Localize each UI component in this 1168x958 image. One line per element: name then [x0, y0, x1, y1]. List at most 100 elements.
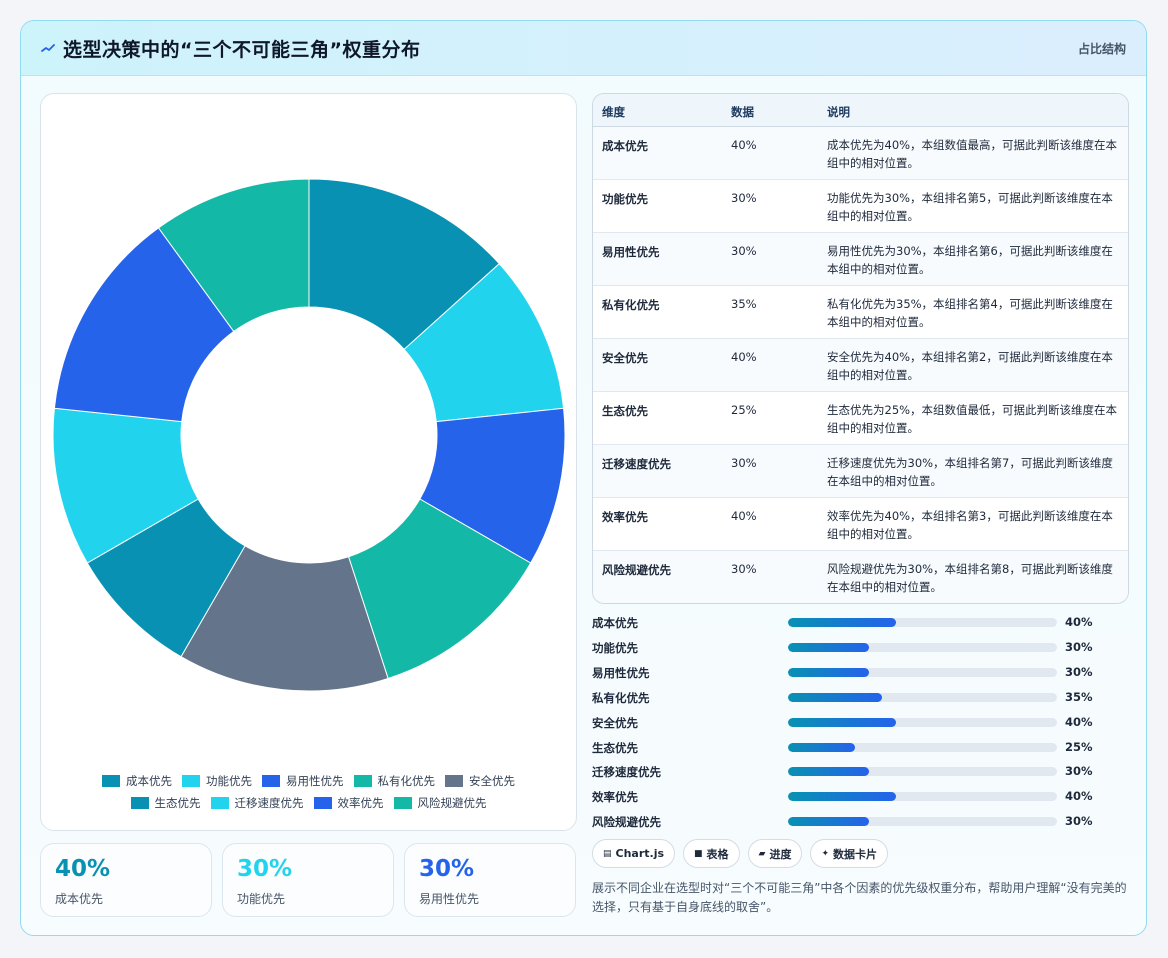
legend-swatch — [445, 775, 463, 787]
legend-item[interactable]: 生态优先 — [130, 795, 201, 811]
card-header: 选型决策中的“三个不可能三角”权重分布 占比结构 — [21, 21, 1146, 76]
progress-fill — [788, 767, 869, 777]
legend-item[interactable]: 迁移速度优先 — [210, 795, 304, 811]
progress-value: 30% — [1065, 814, 1093, 829]
table-cell-note: 私有化优先为35%，本组排名第4，可据此判断该维度在本组中的相对位置。 — [827, 297, 1113, 329]
progress-row: 成本优先 40% — [592, 613, 1112, 633]
data-table: 维度 数据 说明 成本优先 40% 成本优先为40%，本组数值最高，可据此判断该维度… — [592, 93, 1129, 604]
table-row: 功能优先 30% 功能优先为30%，本组排名第5，可据此判断该维度在本组中的相对位置… — [593, 180, 1128, 233]
legend-swatch — [210, 797, 229, 809]
progress-row: 风险规避优先 30% — [592, 812, 1112, 832]
page-title: 选型决策中的“三个不可能三角”权重分布 — [63, 39, 421, 61]
progress-fill — [788, 717, 896, 727]
chip-label: 数据卡片 — [833, 847, 878, 861]
table-row: 私有化优先 35% 私有化优先为35%，本组排名第4，可据此判断该维度在本组中的相对… — [593, 286, 1128, 339]
table-header-data: 数据 — [731, 105, 754, 119]
chart-legend: 成本优先 功能优先 易用性优先 私有化优先 安全优先生态优先 迁移速度优先 效率优先 风险规避… — [41, 770, 576, 814]
stat-label: 成本优先 — [55, 892, 104, 906]
progress-row: 效率优先 40% — [592, 787, 1112, 807]
progress-fill — [788, 742, 856, 752]
stat-value: 40% — [55, 856, 111, 882]
sparkle-icon: ✦ — [821, 848, 830, 859]
progress-row: 安全优先 40% — [592, 713, 1112, 733]
progress-value: 30% — [1065, 764, 1093, 779]
table-cell-note: 效率优先为40%，本组排名第3，可据此判断该维度在本组中的相对位置。 — [827, 509, 1113, 541]
stat-value: 30% — [419, 856, 475, 882]
legend-label: 风险规避优先 — [417, 796, 487, 810]
table-cell-note: 风险规避优先为30%，本组排名第8，可据此判断该维度在本组中的相对位置。 — [827, 562, 1113, 594]
progress-track — [788, 642, 1057, 652]
legend-item[interactable]: 安全优先 — [445, 773, 515, 789]
tech-chip[interactable]: ▰ 进度 — [747, 839, 803, 868]
table-cell-dimension: 成本优先 — [602, 139, 648, 153]
progress-label: 风险规避优先 — [592, 815, 661, 830]
table-cell-value: 40% — [731, 138, 757, 152]
table-cell-value: 40% — [731, 350, 757, 364]
progress-label: 易用性优先 — [592, 665, 650, 680]
progress-fill — [788, 667, 869, 677]
progress-fill — [788, 642, 869, 652]
table-row: 效率优先 40% 效率优先为40%，本组排名第3，可据此判断该维度在本组中的相对位置… — [593, 498, 1128, 551]
progress-label: 生态优先 — [592, 740, 638, 755]
legend-item[interactable]: 成本优先 — [102, 773, 172, 789]
tech-chip[interactable]: ▤ Chart.js — [592, 839, 676, 868]
legend-item[interactable]: 私有化优先 — [353, 773, 435, 789]
legend-swatch — [262, 775, 280, 787]
table-row: 迁移速度优先 30% 迁移速度优先为30%，本组排名第7，可据此判断该维度在本组中的… — [593, 445, 1128, 498]
legend-item[interactable]: 效率优先 — [313, 795, 384, 811]
table-cell-dimension: 安全优先 — [602, 351, 648, 365]
legend-label: 迁移速度优先 — [234, 796, 304, 810]
table-cell-value: 30% — [731, 562, 757, 576]
table-cell-value: 30% — [731, 191, 757, 205]
header-tag: 占比结构 — [1077, 42, 1126, 56]
table-cell-value: 25% — [731, 403, 757, 417]
progress-row: 生态优先 25% — [592, 738, 1112, 758]
progress-row: 迁移速度优先 30% — [592, 762, 1112, 782]
chip-label: 表格 — [706, 847, 729, 861]
legend-item[interactable]: 易用性优先 — [262, 773, 344, 789]
tech-chip[interactable]: ■ 表格 — [683, 839, 740, 868]
table-cell-note: 成本优先为40%，本组数值最高，可据此判断该维度在本组中的相对位置。 — [827, 138, 1118, 170]
progress-track — [788, 692, 1057, 702]
legend-label: 易用性优先 — [286, 774, 344, 788]
progress-label: 功能优先 — [592, 640, 638, 655]
table-cell-value: 30% — [731, 244, 757, 258]
table-header-note: 说明 — [827, 105, 850, 119]
tech-chip[interactable]: ✦ 数据卡片 — [810, 839, 889, 868]
chart-icon: ▤ — [603, 848, 612, 859]
progress-value: 40% — [1065, 615, 1093, 629]
progress-track — [788, 767, 1057, 777]
legend-item[interactable]: 功能优先 — [182, 773, 252, 789]
legend-label: 生态优先 — [154, 796, 201, 810]
zigzag-icon — [41, 44, 55, 52]
progress-value: 30% — [1065, 639, 1093, 654]
progress-value: 40% — [1065, 714, 1093, 729]
table-cell-value: 30% — [731, 456, 757, 470]
progress-track — [788, 717, 1057, 727]
stat-card: 30% 功能优先 — [222, 843, 394, 917]
legend-label: 功能优先 — [206, 774, 252, 788]
table-cell-note: 功能优先为30%，本组排名第5，可据此判断该维度在本组中的相对位置。 — [827, 191, 1113, 223]
table-cell-note: 安全优先为40%，本组排名第2，可据此判断该维度在本组中的相对位置。 — [827, 350, 1113, 382]
table-cell-dimension: 风险规避优先 — [602, 563, 671, 577]
progress-value: 25% — [1065, 739, 1093, 754]
legend-swatch — [353, 775, 372, 787]
progress-fill — [788, 792, 896, 802]
legend-label: 安全优先 — [469, 774, 515, 788]
table-cell-dimension: 效率优先 — [602, 510, 648, 524]
progress-track — [788, 742, 1057, 752]
legend-row: 成本优先 功能优先 易用性优先 私有化优先 安全优先 — [41, 770, 576, 792]
progress-track — [788, 667, 1057, 677]
table-cell-note: 生态优先为25%，本组数值最低，可据此判断该维度在本组中的相对位置。 — [827, 403, 1118, 435]
table-cell-dimension: 功能优先 — [602, 192, 648, 206]
legend-swatch — [393, 797, 412, 809]
legend-item[interactable]: 风险规避优先 — [393, 795, 487, 811]
progress-fill — [788, 618, 896, 627]
dashboard-card: 选型决策中的“三个不可能三角”权重分布 占比结构 成本优先 功能优先 易用性优先 私有… — [20, 20, 1147, 936]
table-row: 成本优先 40% 成本优先为40%，本组数值最高，可据此判断该维度在本组中的相对位置… — [593, 127, 1128, 180]
stat-card: 40% 成本优先 — [40, 843, 212, 917]
chart-description: 展示不同企业在选型时对“三个不可能三角”中各个因素的优先级权重分布，帮助用户理解… — [592, 881, 1127, 914]
table-icon: ■ — [694, 848, 703, 859]
table-cell-note: 易用性优先为30%，本组排名第6，可据此判断该维度在本组中的相对位置。 — [827, 244, 1113, 276]
table-cell-dimension: 易用性优先 — [602, 245, 660, 259]
